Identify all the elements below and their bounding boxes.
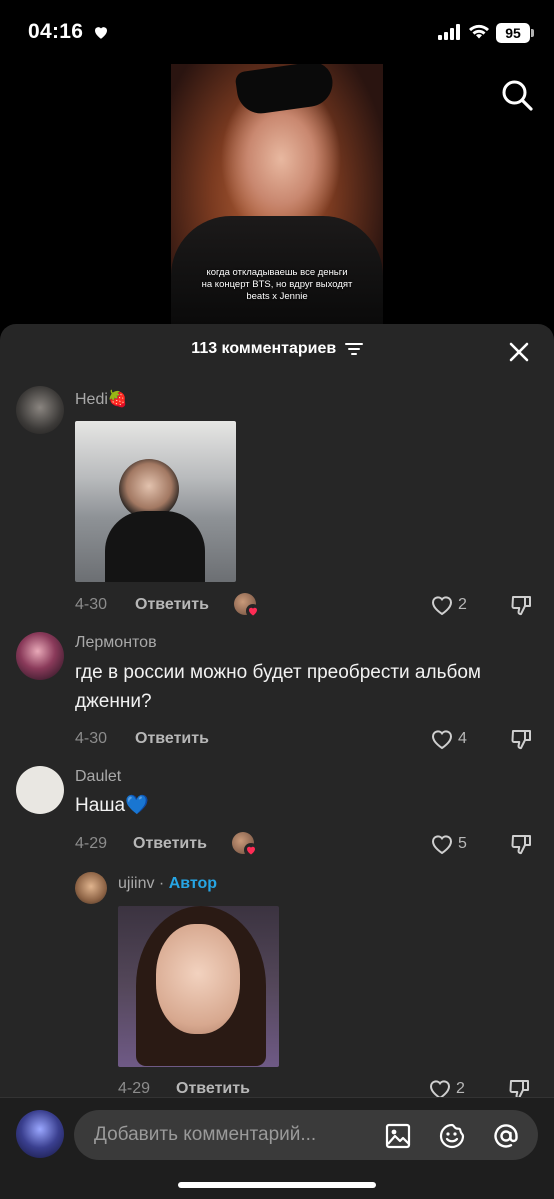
creator-reaction-icon (234, 593, 260, 619)
my-avatar[interactable] (16, 1110, 64, 1158)
battery-icon: 95 (496, 23, 530, 43)
author-badge: Автор (168, 875, 218, 892)
comment-date: 4-29 (75, 835, 108, 852)
heart-icon (95, 27, 107, 39)
avatar[interactable] (16, 632, 64, 680)
video-figure-glasses (234, 64, 336, 117)
reply-separator: · (154, 875, 169, 892)
comments-sheet: 113 комментариев Hedi🍓 4-30 Ответить 2 Л… (0, 324, 554, 1199)
video-caption: когда откладываешь все деньги на концерт… (201, 267, 353, 302)
comments-count-title: 113 комментариев (191, 340, 337, 357)
comment-photo[interactable] (75, 421, 236, 582)
photo-figure-head (119, 459, 179, 519)
avatar[interactable] (75, 872, 107, 904)
photo-figure-face (156, 924, 240, 1034)
comment-composer (0, 1097, 554, 1199)
wifi-icon (469, 24, 489, 39)
like-icon[interactable] (430, 833, 454, 855)
comment-date: 4-30 (75, 596, 108, 613)
comment-input-container[interactable] (74, 1110, 538, 1160)
like-count: 2 (458, 596, 467, 613)
search-icon[interactable] (500, 78, 534, 112)
comment-username[interactable]: Hedi🍓 (75, 389, 128, 409)
mention-icon[interactable] (492, 1122, 520, 1150)
comment-text: где в россии можно будет преобрести альб… (75, 662, 481, 712)
comment-username[interactable]: Daulet (75, 768, 121, 786)
home-indicator[interactable] (178, 1182, 376, 1188)
dislike-icon[interactable] (510, 727, 534, 751)
status-bar: 04:16 95 (0, 0, 554, 64)
reply-button[interactable]: Ответить (176, 1080, 250, 1098)
sheet-header: 113 комментариев (0, 340, 554, 364)
reply-button[interactable]: Ответить (135, 730, 209, 748)
comment-date: 4-29 (118, 1080, 151, 1097)
comment-text: Наша💙 (75, 795, 149, 816)
video-player[interactable]: когда откладываешь все деньги на концерт… (171, 64, 383, 326)
emoji-icon[interactable] (438, 1122, 466, 1150)
reply-photo[interactable] (118, 906, 279, 1067)
comment-input[interactable] (94, 1110, 384, 1160)
status-time: 04:16 (28, 20, 84, 43)
creator-reaction-icon (232, 832, 258, 858)
avatar[interactable] (16, 386, 64, 434)
reply-username-text[interactable]: ujiinv (118, 875, 154, 892)
dislike-icon[interactable] (510, 593, 534, 617)
reply-username[interactable]: ujiinv · Автор (118, 875, 217, 893)
comment-username[interactable]: Лермонтов (75, 634, 157, 652)
like-icon[interactable] (430, 728, 454, 750)
dislike-icon[interactable] (510, 832, 534, 856)
filter-icon[interactable] (344, 342, 363, 356)
photo-figure-body (105, 511, 205, 582)
reply-button[interactable]: Ответить (133, 835, 207, 853)
like-count: 4 (458, 730, 467, 747)
signal-icon (438, 24, 460, 40)
comment-date: 4-30 (75, 730, 108, 747)
battery-tip (531, 29, 534, 37)
close-icon[interactable] (508, 341, 530, 363)
reply-button[interactable]: Ответить (135, 596, 209, 614)
avatar[interactable] (16, 766, 64, 814)
image-icon[interactable] (384, 1122, 412, 1150)
like-count: 5 (458, 835, 467, 852)
like-icon[interactable] (430, 594, 454, 616)
like-count: 2 (456, 1080, 465, 1097)
